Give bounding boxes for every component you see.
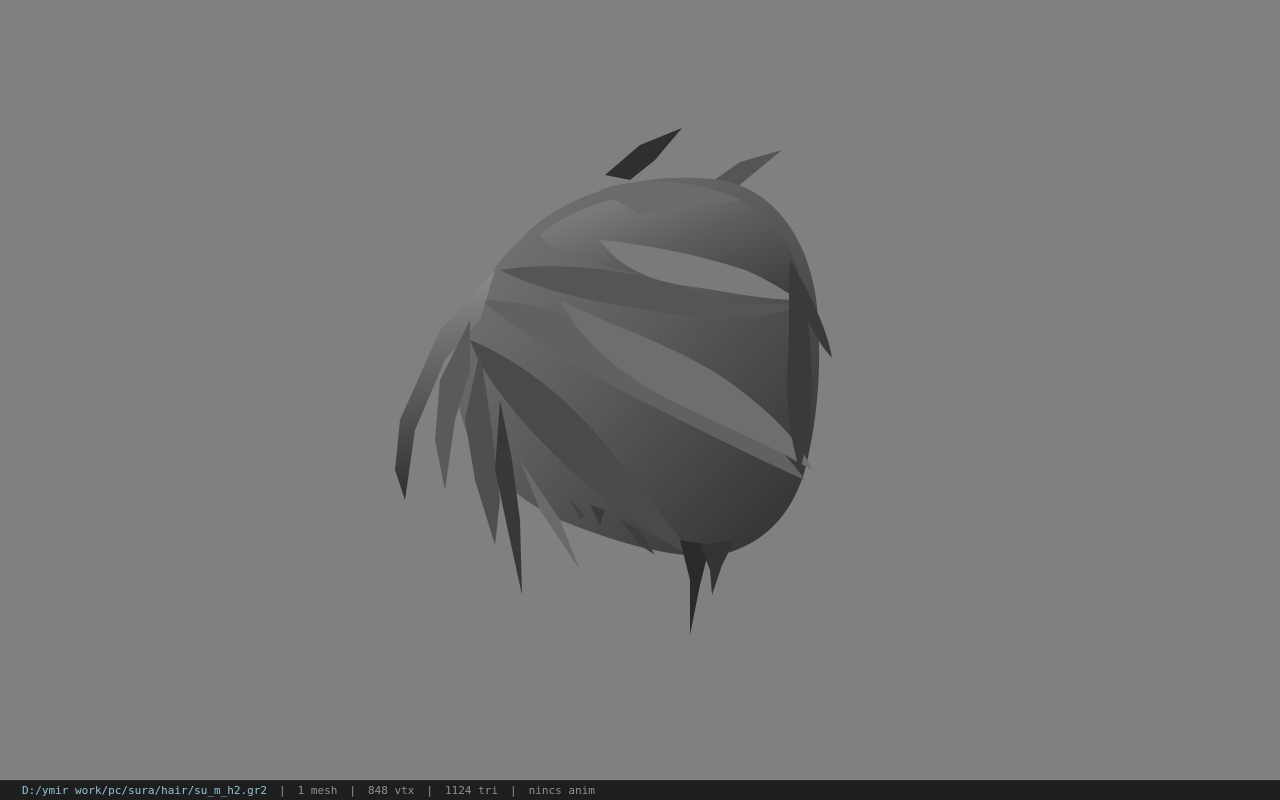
hair-spike [700, 540, 735, 595]
file-path-label: D:/ymir work/pc/sura/hair/su_m_h2.gr2 [22, 784, 268, 797]
mesh-count-label: 1 mesh [297, 784, 338, 797]
3d-viewport[interactable] [0, 0, 1280, 780]
triangle-count-label: 1124 tri [445, 784, 499, 797]
vertex-count-label: 848 vtx [368, 784, 415, 797]
separator: | [279, 784, 286, 797]
separator: | [349, 784, 357, 797]
separator: | [426, 784, 434, 797]
hair-mesh-model [395, 128, 832, 635]
hair-spike [605, 128, 682, 180]
status-bar: D:/ymir work/pc/sura/hair/su_m_h2.gr2 | … [0, 780, 1280, 800]
animation-status-label: nincs anim [528, 784, 595, 797]
separator: | [510, 784, 517, 797]
